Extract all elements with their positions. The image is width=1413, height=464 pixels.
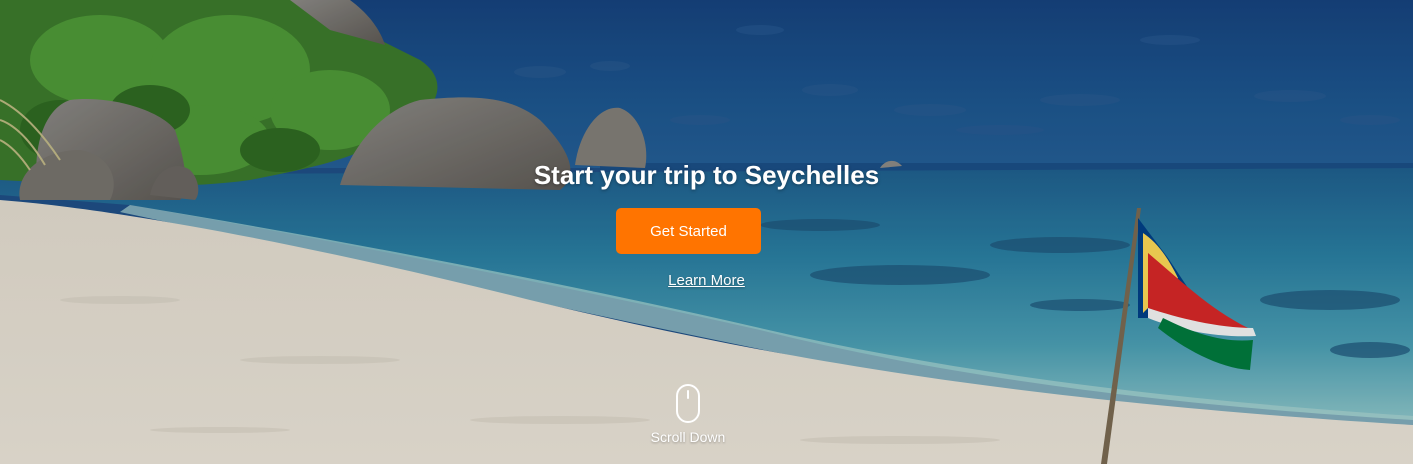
hero-title: Start your trip to Seychelles	[533, 160, 880, 190]
get-started-button[interactable]: Get Started	[616, 208, 761, 254]
scroll-down-label: Scroll Down	[650, 429, 726, 445]
scroll-down-indicator[interactable]: Scroll Down	[636, 383, 740, 445]
hero-section: Start your trip to Seychelles Get Starte…	[0, 0, 1413, 464]
learn-more-link-row: Learn More	[0, 272, 1413, 289]
learn-more-link[interactable]: Learn More	[668, 272, 745, 289]
mouse-scroll-icon	[676, 384, 700, 423]
